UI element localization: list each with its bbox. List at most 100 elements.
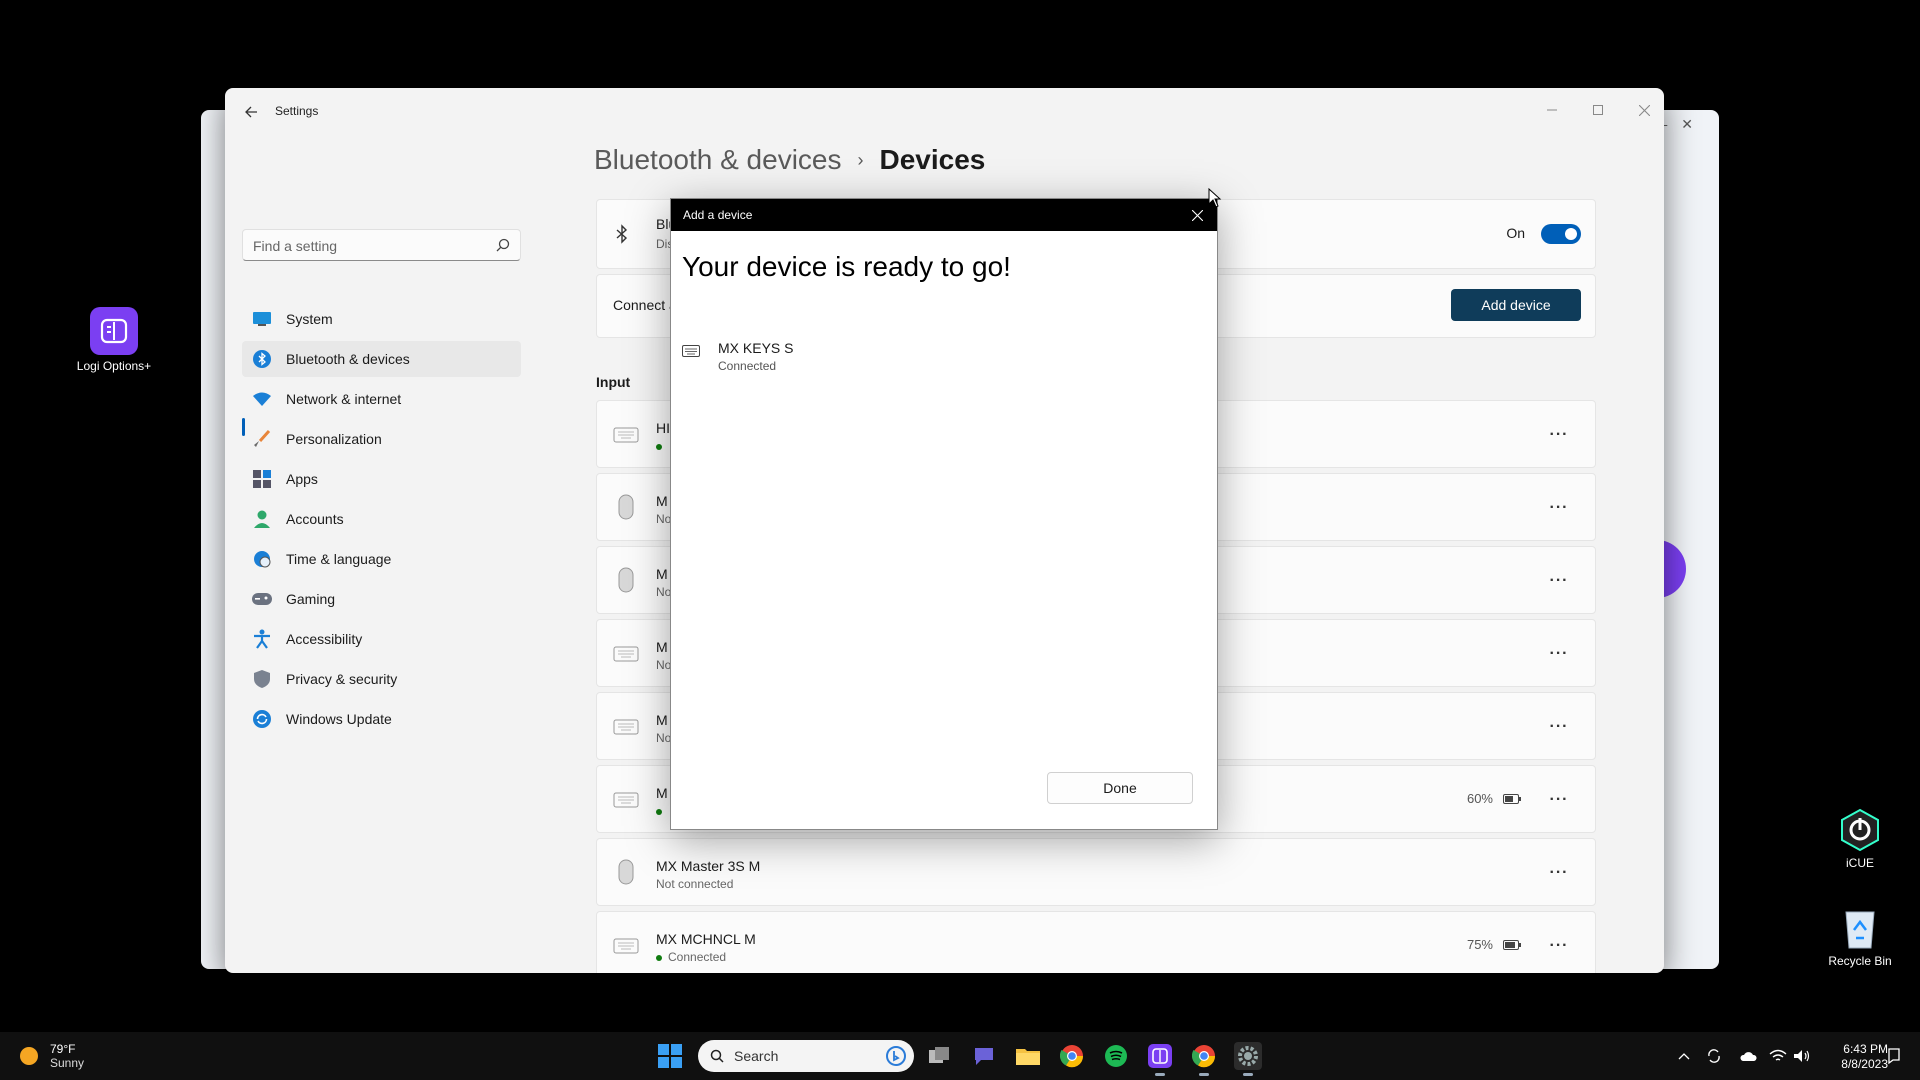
search-icon [710, 1049, 724, 1063]
settings-search[interactable] [242, 229, 521, 261]
sidebar-item-windows-update[interactable]: Windows Update [242, 701, 521, 737]
close-button[interactable] [1629, 98, 1659, 122]
sidebar-item-label: Privacy & security [286, 671, 398, 687]
add-device-button[interactable]: Add device [1451, 289, 1581, 321]
bluetooth-icon [252, 349, 272, 369]
tray-volume[interactable] [1792, 1046, 1812, 1066]
sidebar-item-label: Time & language [286, 551, 392, 567]
device-name: M [656, 566, 668, 582]
notification-center-button[interactable] [1884, 1046, 1904, 1066]
taskbar-clock[interactable]: 6:43 PM 8/8/2023 [1828, 1042, 1888, 1072]
chat-icon [975, 1048, 993, 1065]
taskbar-task-view[interactable] [926, 1042, 954, 1070]
paired-device-status: Connected [718, 359, 777, 373]
connect-title: Connect a [613, 297, 677, 313]
tray-onedrive[interactable] [1738, 1046, 1758, 1066]
more-options-button[interactable]: ··· [1547, 715, 1571, 739]
device-row[interactable]: MX MCHNCL M Connected 75% ··· [596, 911, 1596, 973]
more-options-button[interactable]: ··· [1547, 569, 1571, 593]
keyboard-icon [613, 792, 639, 813]
more-options-button[interactable]: ··· [1547, 788, 1571, 812]
dialog-close-button[interactable] [1187, 205, 1207, 225]
sidebar-item-bluetooth[interactable]: Bluetooth & devices [242, 341, 521, 377]
sidebar-item-accounts[interactable]: Accounts [242, 501, 521, 537]
connected-dot [656, 443, 662, 450]
battery-icon [1503, 939, 1521, 950]
app-title: Settings [275, 104, 319, 118]
show-hidden-icons-button[interactable] [1674, 1046, 1694, 1066]
taskbar: 79°F Sunny Search 6:43 PM 8/8/2023 [0, 1032, 1920, 1080]
input-section-heading: Input [596, 374, 631, 390]
accessibility-icon [252, 629, 272, 649]
more-options-button[interactable]: ··· [1547, 642, 1571, 666]
sidebar-item-label: Windows Update [286, 711, 392, 727]
taskbar-chrome[interactable] [1058, 1042, 1086, 1070]
tray-sync[interactable] [1704, 1046, 1724, 1066]
more-options-button[interactable]: ··· [1547, 861, 1571, 885]
wifi-icon [1769, 1049, 1787, 1061]
device-name: HI [656, 420, 670, 436]
battery-icon [1503, 793, 1521, 804]
chrome-icon [1060, 1045, 1084, 1068]
chevron-right-icon: › [857, 149, 864, 170]
device-status [656, 804, 668, 818]
sun-icon [20, 1047, 38, 1065]
done-button[interactable]: Done [1047, 772, 1193, 804]
notification-icon [1888, 1048, 1900, 1064]
device-name: MX MCHNCL M [656, 931, 756, 947]
minimize-button[interactable] [1537, 98, 1567, 122]
sidebar-item-time-language[interactable]: Time & language [242, 541, 521, 577]
back-button[interactable] [237, 98, 265, 126]
search-input[interactable] [253, 236, 483, 256]
sidebar-item-apps[interactable]: Apps [242, 461, 521, 497]
bluetooth-icon [613, 224, 631, 249]
taskbar-logi-options[interactable] [1146, 1042, 1174, 1076]
background-window-controls[interactable]: –✕ [1659, 116, 1707, 133]
device-row[interactable]: MX Master 3S M Not connected ··· [596, 838, 1596, 906]
sidebar-item-gaming[interactable]: Gaming [242, 581, 521, 617]
brush-icon [252, 429, 272, 449]
taskbar-spotify[interactable] [1102, 1042, 1130, 1070]
taskbar-file-explorer[interactable] [1014, 1042, 1042, 1070]
taskbar-search[interactable]: Search [698, 1040, 914, 1072]
weather-temperature: 79°F [50, 1042, 76, 1056]
breadcrumb-parent[interactable]: Bluetooth & devices [594, 144, 842, 176]
sync-icon [1708, 1049, 1720, 1063]
desktop-icon-logi-options[interactable]: Logi Options+ [69, 307, 159, 374]
close-icon [1191, 209, 1203, 221]
weather-widget[interactable]: 79°F Sunny [18, 1042, 84, 1070]
toggle-state-label: On [1506, 225, 1525, 241]
keyboard-icon [613, 938, 639, 959]
maximize-button[interactable] [1583, 98, 1613, 122]
taskbar-teams-chat[interactable] [970, 1042, 998, 1070]
desktop-icon-icue[interactable]: iCUE [1815, 808, 1905, 871]
device-name: M [656, 712, 668, 728]
sidebar-item-system[interactable]: System [242, 301, 521, 337]
chevron-up-icon [1678, 1053, 1690, 1060]
tray-network[interactable] [1768, 1046, 1788, 1066]
keyboard-icon [613, 646, 639, 667]
sidebar-item-personalization[interactable]: Personalization [242, 421, 521, 457]
more-options-button[interactable]: ··· [1547, 934, 1571, 958]
more-options-button[interactable]: ··· [1547, 423, 1571, 447]
sidebar-item-accessibility[interactable]: Accessibility [242, 621, 521, 657]
sidebar-item-label: Accounts [286, 511, 344, 527]
taskbar-settings[interactable] [1234, 1042, 1262, 1076]
bluetooth-toggle[interactable] [1541, 224, 1581, 244]
more-options-button[interactable]: ··· [1547, 496, 1571, 520]
clock-date: 8/8/2023 [1841, 1057, 1888, 1071]
connected-dot [656, 808, 662, 815]
sidebar-item-privacy[interactable]: Privacy & security [242, 661, 521, 697]
speaker-icon [1794, 1050, 1810, 1062]
start-button[interactable] [658, 1044, 682, 1073]
sidebar-item-network[interactable]: Network & internet [242, 381, 521, 417]
logi-options-icon [1148, 1044, 1172, 1068]
device-status-wrap: Connected [656, 950, 726, 964]
device-name: MX Master 3S M [656, 858, 761, 874]
taskbar-chrome-2[interactable] [1190, 1042, 1218, 1076]
close-icon [1638, 104, 1650, 116]
dialog-heading: Your device is ready to go! [682, 251, 1011, 282]
clock-time: 6:43 PM [1843, 1042, 1888, 1056]
desktop-icon-recycle-bin[interactable]: Recycle Bin [1815, 906, 1905, 969]
wifi-icon [252, 389, 272, 409]
